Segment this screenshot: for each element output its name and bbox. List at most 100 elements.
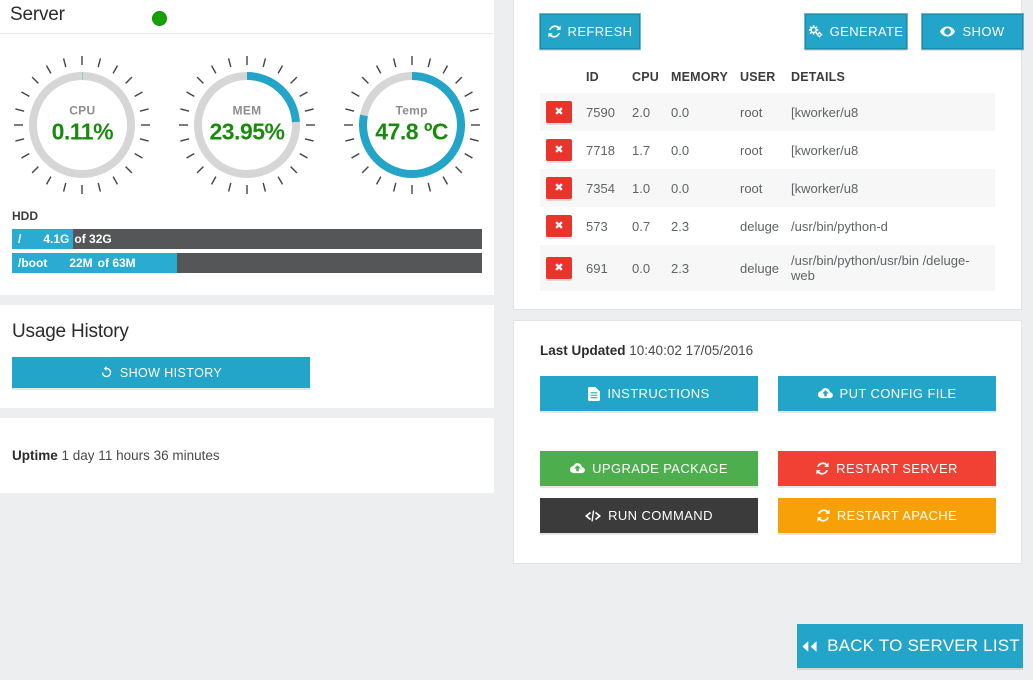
refresh-icon [817, 509, 830, 522]
uptime-value: 1 day 11 hours 36 minutes [61, 448, 220, 463]
uptime-label: Uptime [12, 448, 58, 463]
cpu-gauge-svg [14, 55, 151, 194]
hdd-total-label: of 63M [97, 256, 136, 270]
process-table-body: ✖ 7590 2.0 0.0 root [kworker/u8 ✖ 7718 1.7 0.0 roo… [540, 93, 995, 291]
run-command-button[interactable]: RUN COMMAND [540, 498, 758, 533]
back-button-wrapper: BACK TO SERVER LIST [797, 624, 1023, 668]
kill-process-cell: ✖ [540, 169, 580, 207]
restart-apache-label: RESTART APACHE [836, 508, 958, 523]
cogs-icon [808, 25, 823, 38]
process-memory-cell: 2.3 [671, 218, 690, 234]
server-detail-page: Server CPU 0.11% MEM 23.95% Temp 47.8 ºC… [0, 0, 1033, 680]
kill-process-button[interactable]: ✖ [546, 101, 572, 123]
table-row: ✖ 573 0.7 2.3 deluge/usr/bin/python-d [540, 207, 995, 245]
put-config-file-label: PUT CONFIG FILE [839, 386, 957, 401]
gauges-row: CPU 0.11% MEM 23.95% Temp 47.8 ºC [0, 34, 494, 209]
col-cpu: CPU [632, 70, 659, 84]
process-user-cell: root [740, 142, 763, 158]
kill-process-button[interactable]: ✖ [546, 215, 572, 237]
process-user-cell: deluge [740, 260, 780, 276]
process-id-cell: 7354 [586, 180, 615, 196]
last-updated-label: Last Updated [540, 343, 626, 358]
process-details-cell: [kworker/u8 [791, 180, 859, 196]
run-command-label: RUN COMMAND [608, 508, 713, 523]
show-history-button[interactable]: SHOW HISTORY [12, 357, 310, 388]
hdd-bar-text: /boot 22M of 63M [12, 253, 482, 273]
uptime-row: Uptime 1 day 11 hours 36 minutes [12, 448, 482, 463]
table-row: ✖ 7354 1.0 0.0 root [kworker/u8 [540, 169, 995, 207]
left-column: Server CPU 0.11% MEM 23.95% Temp 47.8 ºC… [0, 0, 494, 680]
table-header-row: ID CPU MEMORY USER DETAILS [540, 66, 995, 93]
show-history-label: SHOW HISTORY [119, 365, 223, 380]
process-details-cell: /usr/bin/python/usr/bin /deluge-web [791, 253, 970, 283]
cloud-upload-icon [570, 463, 585, 474]
restart-apache-button[interactable]: RESTART APACHE [778, 498, 996, 533]
process-memory-cell: 0.0 [671, 142, 690, 158]
kill-process-button[interactable]: ✖ [546, 257, 572, 279]
hdd-used-label: 4.1G [43, 232, 70, 246]
process-details-cell: /usr/bin/python-d [791, 218, 888, 234]
hdd-bar-text: / 4.1G of 32G [12, 229, 482, 249]
table-row: ✖ 691 0.0 2.3 deluge/usr/bin/python/usr/bin … [540, 245, 995, 291]
actions-grid: INSTRUCTIONS PUT CONFIG FILE UPGRADE PAC… [540, 376, 996, 533]
process-memory-cell: 0.0 [671, 104, 690, 120]
process-id-cell: 7590 [586, 104, 615, 120]
generate-button[interactable]: GENERATE [804, 13, 908, 50]
cloud-upload-icon [817, 388, 833, 399]
show-button[interactable]: SHOW [921, 13, 1024, 50]
last-updated-value: 10:40:02 17/05/2016 [629, 343, 754, 358]
uptime-panel: Uptime 1 day 11 hours 36 minutes [0, 418, 494, 493]
process-cpu-cell: 0.7 [632, 218, 651, 234]
instructions-label: INSTRUCTIONS [607, 386, 710, 401]
generate-label: GENERATE [829, 24, 904, 39]
restart-server-label: RESTART SERVER [836, 461, 958, 476]
process-id-cell: 7718 [586, 142, 615, 158]
process-id-cell: 573 [586, 218, 608, 234]
process-memory-cell: 2.3 [671, 260, 690, 276]
restart-server-button[interactable]: RESTART SERVER [778, 451, 996, 486]
hdd-bar-boot: /boot 22M of 63M [12, 253, 482, 273]
table-row: ✖ 7718 1.7 0.0 root [kworker/u8 [540, 131, 995, 169]
double-chevron-left-icon [802, 640, 817, 652]
instructions-button[interactable]: INSTRUCTIONS [540, 376, 758, 411]
process-user-cell: deluge [740, 218, 780, 234]
show-label: SHOW [962, 24, 1005, 39]
hdd-mount-label: /boot [18, 256, 48, 270]
kill-process-button[interactable]: ✖ [546, 139, 572, 161]
code-icon [585, 510, 602, 521]
panel-divider [0, 295, 494, 305]
hdd-mount-label: / [18, 232, 22, 246]
kill-process-button[interactable]: ✖ [546, 177, 572, 199]
right-column: REFRESH GENERATE SHOW ID CPU MEMORY USER… [513, 0, 1024, 564]
refresh-icon [816, 462, 829, 475]
process-details-cell: [kworker/u8 [791, 142, 859, 158]
col-action [540, 66, 580, 93]
refresh-button[interactable]: REFRESH [539, 13, 641, 50]
process-table-head: ID CPU MEMORY USER DETAILS [540, 66, 995, 93]
status-dot-online-icon [152, 11, 167, 26]
kill-process-cell: ✖ [540, 93, 580, 131]
cpu-gauge: CPU 0.11% [11, 54, 153, 196]
col-id: ID [586, 70, 599, 84]
last-updated-row: Last Updated 10:40:02 17/05/2016 [540, 343, 995, 358]
hdd-total-label: of 32G [74, 232, 112, 246]
process-memory-cell: 0.0 [671, 180, 690, 196]
usage-history-panel: Usage History SHOW HISTORY [0, 305, 494, 408]
process-details-cell: [kworker/u8 [791, 104, 859, 120]
process-id-cell: 691 [586, 260, 608, 276]
usage-history-title: Usage History [12, 321, 129, 342]
server-header: Server [0, 0, 494, 34]
upgrade-package-button[interactable]: UPGRADE PACKAGE [540, 451, 758, 486]
kill-process-cell: ✖ [540, 245, 580, 291]
hdd-used-label: 22M [69, 256, 93, 270]
upgrade-package-label: UPGRADE PACKAGE [592, 461, 728, 476]
processes-panel: REFRESH GENERATE SHOW ID CPU MEMORY USER… [513, 0, 1024, 310]
process-cpu-cell: 1.0 [632, 180, 651, 196]
back-to-server-list-button[interactable]: BACK TO SERVER LIST [797, 624, 1023, 668]
temp-gauge-svg [343, 55, 480, 194]
file-text-icon [588, 386, 601, 401]
history-icon [101, 366, 112, 378]
table-row: ✖ 7590 2.0 0.0 root [kworker/u8 [540, 93, 995, 131]
hdd-bar-root: / 4.1G of 32G [12, 229, 482, 249]
put-config-file-button[interactable]: PUT CONFIG FILE [778, 376, 996, 411]
